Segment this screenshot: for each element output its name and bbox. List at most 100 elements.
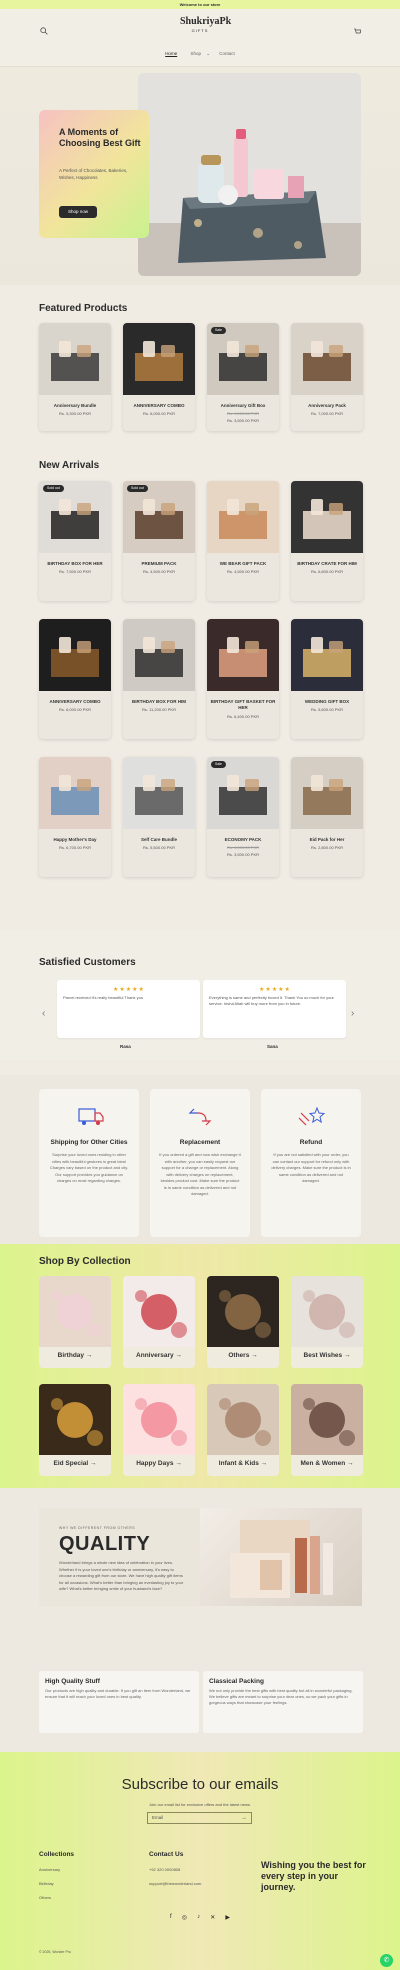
product-image[interactable] xyxy=(207,481,279,553)
twitter-icon[interactable]: ✕ xyxy=(210,1914,215,1921)
collection-label[interactable]: Happy Days → xyxy=(123,1460,195,1467)
product-name[interactable]: BIRTHDAY CRATE FOR HIM xyxy=(291,561,363,567)
product-image[interactable] xyxy=(291,323,363,395)
collection-image[interactable] xyxy=(39,1276,111,1347)
product-name[interactable]: ANNIVERSARY COMBO xyxy=(39,699,111,705)
product-name[interactable]: WE BEAR GIFT PACK xyxy=(207,561,279,567)
review-text: Everything is same and perfectly boxed i… xyxy=(209,995,334,1006)
email-field[interactable]: Email → xyxy=(147,1812,252,1824)
collection-card[interactable]: Best Wishes → xyxy=(291,1276,363,1368)
product-image[interactable] xyxy=(123,619,195,691)
footer-phone[interactable]: +92 320 0000808 xyxy=(149,1867,201,1872)
collection-card[interactable]: Birthday → xyxy=(39,1276,111,1368)
whatsapp-icon[interactable]: ✆ xyxy=(380,1954,393,1967)
product-name[interactable]: ANNIVERSARY COMBO xyxy=(123,403,195,409)
cart-icon[interactable] xyxy=(353,27,361,35)
product-card[interactable]: Anniversary Bundle Rs. 9,300.00 PKR xyxy=(39,323,111,431)
product-price: Rs. 7,500.00 PKR xyxy=(58,569,92,574)
product-card[interactable]: WE BEAR GIFT PACK Rs. 4,500.00 PKR xyxy=(207,481,279,601)
collection-image[interactable] xyxy=(123,1384,195,1455)
collection-card[interactable]: Infant & Kids → xyxy=(207,1384,279,1476)
hero-image xyxy=(138,73,361,276)
product-card[interactable]: BIRTHDAY GIFT BASKET FOR HER Rs. 6,400.00… xyxy=(207,619,279,739)
nav-contact[interactable]: Contact xyxy=(219,51,235,56)
product-price: Rs. 4,500.00 PKR xyxy=(226,569,260,574)
collection-card[interactable]: Others → xyxy=(207,1276,279,1368)
product-name[interactable]: Anniversary Pack xyxy=(291,403,363,409)
collection-card[interactable]: Men & Women → xyxy=(291,1384,363,1476)
footer-email[interactable]: support@thewonderland.com xyxy=(149,1881,201,1886)
product-card[interactable]: Sold out PREMIUM PACK Rs. 4,500.00 PKR xyxy=(123,481,195,601)
collection-label[interactable]: Others → xyxy=(207,1352,279,1359)
collection-card[interactable]: Eid Special → xyxy=(39,1384,111,1476)
nav-home[interactable]: Home xyxy=(165,51,177,56)
collection-label[interactable]: Eid Special → xyxy=(39,1460,111,1467)
shop-now-button[interactable]: Shop now xyxy=(59,206,97,218)
product-card[interactable]: Self Care Bundle Rs. 5,500.00 PKR xyxy=(123,757,195,877)
product-price: Rs. 3,500.00 PKR xyxy=(226,418,260,423)
product-card[interactable]: BIRTHDAY CRATE FOR HIM Rs. 6,800.00 PKR xyxy=(291,481,363,601)
product-image[interactable] xyxy=(207,619,279,691)
product-name[interactable]: Self Care Bundle xyxy=(123,837,195,843)
product-name[interactable]: Anniversary Gift Box xyxy=(207,403,279,409)
product-name[interactable]: Happy Mother's Day xyxy=(39,837,111,843)
product-image[interactable] xyxy=(291,757,363,829)
product-image[interactable] xyxy=(291,619,363,691)
chevron-right-icon[interactable]: › xyxy=(351,1008,354,1019)
product-image[interactable] xyxy=(39,757,111,829)
collection-image[interactable] xyxy=(39,1384,111,1455)
product-card[interactable]: Anniversary Pack Rs. 7,000.00 PKR xyxy=(291,323,363,431)
product-name[interactable]: BIRTHDAY GIFT BASKET FOR HER xyxy=(207,699,279,711)
collection-label[interactable]: Infant & Kids → xyxy=(207,1460,279,1467)
collection-image[interactable] xyxy=(291,1276,363,1347)
search-icon[interactable] xyxy=(40,27,48,35)
product-name[interactable]: WEDDING GIFT BOX xyxy=(291,699,363,705)
tiktok-icon[interactable]: ♪ xyxy=(197,1914,200,1921)
arrow-right-icon[interactable]: → xyxy=(241,1813,247,1823)
instagram-icon[interactable]: ◎ xyxy=(182,1914,187,1921)
collection-label[interactable]: Men & Women → xyxy=(291,1460,363,1467)
product-card[interactable]: Eid Pack for Her Rs. 2,800.00 PKR xyxy=(291,757,363,877)
quality-text: Wonderland brings a whole new idea of ce… xyxy=(59,1560,184,1591)
footer-link[interactable]: Anniversary xyxy=(39,1867,74,1872)
collection-card[interactable]: Anniversary → xyxy=(123,1276,195,1368)
product-card[interactable]: WEDDING GIFT BOX Rs. 5,600.00 PKR xyxy=(291,619,363,739)
product-name[interactable]: PREMIUM PACK xyxy=(123,561,195,567)
chevron-left-icon[interactable]: ‹ xyxy=(42,1008,45,1019)
product-image[interactable] xyxy=(39,619,111,691)
quality-title: QUALITY xyxy=(59,1533,151,1555)
product-name[interactable]: Anniversary Bundle xyxy=(39,403,111,409)
facebook-icon[interactable]: f xyxy=(170,1914,172,1921)
collection-label[interactable]: Birthday → xyxy=(39,1352,111,1359)
collection-card[interactable]: Happy Days → xyxy=(123,1384,195,1476)
product-card[interactable]: Sale ECONOMY PACK Rs. 4,000.00 PKR Rs. 3,50… xyxy=(207,757,279,877)
product-name[interactable]: BIRTHDAY BOX FOR HER xyxy=(39,561,111,567)
collection-image[interactable] xyxy=(123,1276,195,1347)
product-image[interactable] xyxy=(291,481,363,553)
product-card[interactable]: BIRTHDAY BOX FOR HIM Rs. 11,200.00 PKR xyxy=(123,619,195,739)
footer-link[interactable]: Others xyxy=(39,1895,74,1900)
youtube-icon[interactable]: ▶ xyxy=(225,1914,230,1921)
collection-image[interactable] xyxy=(291,1384,363,1455)
collection-label[interactable]: Best Wishes → xyxy=(291,1352,363,1359)
product-image[interactable] xyxy=(123,323,195,395)
product-card[interactable]: Sale Anniversary Gift Box Rs. 4,500.00 PKR… xyxy=(207,323,279,431)
product-name[interactable]: BIRTHDAY BOX FOR HIM xyxy=(123,699,195,705)
collection-image[interactable] xyxy=(207,1276,279,1347)
product-card[interactable]: Sold out BIRTHDAY BOX FOR HER Rs. 7,500.00… xyxy=(39,481,111,601)
collection-label[interactable]: Anniversary → xyxy=(123,1352,195,1359)
product-name[interactable]: Eid Pack for Her xyxy=(291,837,363,843)
info-high-quality: High Quality Stuff Our products are high… xyxy=(39,1671,199,1733)
product-image[interactable] xyxy=(39,323,111,395)
product-card[interactable]: ANNIVERSARY COMBO Rs. 6,000.00 PKR xyxy=(39,619,111,739)
site-logo[interactable]: ShukriyaPk GIFTS xyxy=(180,16,231,38)
product-image[interactable] xyxy=(123,757,195,829)
footer-collections: Collections Anniversary Birthday Others xyxy=(39,1851,74,1909)
product-card[interactable]: Happy Mother's Day Rs. 6,700.00 PKR xyxy=(39,757,111,877)
footer-link[interactable]: Birthday xyxy=(39,1881,74,1886)
product-card[interactable]: ANNIVERSARY COMBO Rs. 6,000.00 PKR xyxy=(123,323,195,431)
info-title: Classical Packing xyxy=(209,1678,264,1685)
nav-shop[interactable]: Shop ⌄ xyxy=(186,51,210,56)
product-name[interactable]: ECONOMY PACK xyxy=(207,837,279,843)
collection-image[interactable] xyxy=(207,1384,279,1455)
